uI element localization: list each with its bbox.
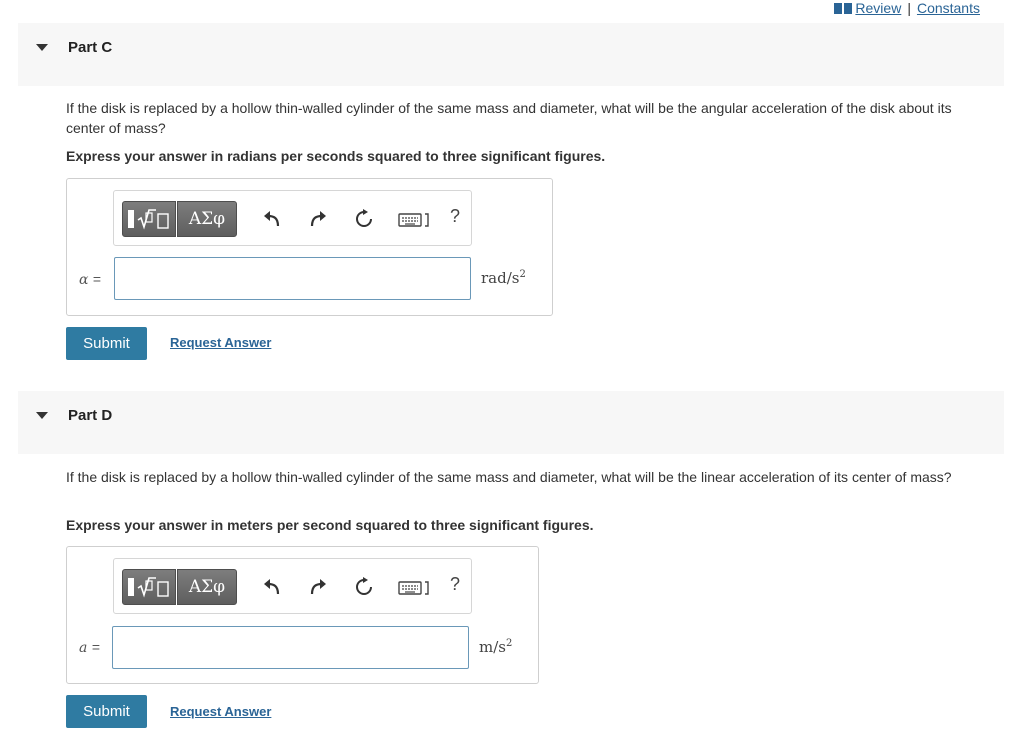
unit-base: rad/s [481,269,520,287]
request-answer-link[interactable]: Request Answer [170,704,271,719]
equals-sign: = [92,271,102,287]
part-d-instruction: Express your answer in meters per second… [66,517,594,533]
review-link[interactable]: Review [855,0,901,16]
math-toolbar: ΑΣφ ? [113,190,472,246]
unit-exponent: 2 [505,638,513,649]
reset-icon[interactable] [354,209,374,229]
templates-icon [128,577,169,598]
part-c-answer-box: ΑΣφ ? α = rad/s2 [66,178,553,316]
undo-icon[interactable] [262,577,282,597]
undo-icon[interactable] [262,209,282,229]
symbols-button[interactable]: ΑΣφ [177,569,237,605]
reset-icon[interactable] [354,577,374,597]
keyboard-icon[interactable] [398,209,432,229]
redo-icon[interactable] [308,577,328,597]
variable-symbol: a [79,640,88,656]
templates-button[interactable] [122,201,176,237]
unit-label: rad/s2 [481,269,526,287]
collapse-caret-icon[interactable] [36,44,48,51]
part-c-question: If the disk is replaced by a hollow thin… [66,100,952,136]
part-d-title: Part D [68,407,113,424]
equals-sign: = [91,639,100,655]
help-button[interactable]: ? [450,574,460,595]
keyboard-icon[interactable] [398,577,432,597]
part-c-instruction: Express your answer in radians per secon… [66,148,606,164]
part-d-answer-box: ΑΣφ ? a = m/s2 [66,546,539,684]
part-c-title: Part C [68,39,113,56]
part-d-header[interactable]: Part D [18,391,1004,454]
help-button[interactable]: ? [450,206,460,227]
part-d-question: If the disk is replaced by a hollow thin… [66,469,952,485]
variable-label: a = [79,639,100,656]
variable-label: α = [79,271,101,288]
unit-label: m/s2 [479,638,512,656]
submit-button[interactable]: Submit [66,327,147,360]
answer-input[interactable] [112,626,469,669]
unit-base: m/s [479,638,506,656]
unit-exponent: 2 [519,269,526,280]
variable-symbol: α [79,272,89,288]
part-c-header[interactable]: Part C [18,23,1004,86]
link-separator: | [907,0,911,16]
collapse-caret-icon[interactable] [36,412,48,419]
submit-button[interactable]: Submit [66,695,147,728]
book-icon [834,3,853,14]
top-links: Review | Constants [834,0,980,16]
templates-icon [128,209,169,230]
symbols-button[interactable]: ΑΣφ [177,201,237,237]
redo-icon[interactable] [308,209,328,229]
templates-button[interactable] [122,569,176,605]
constants-link[interactable]: Constants [917,0,980,16]
request-answer-link[interactable]: Request Answer [170,335,271,350]
math-toolbar: ΑΣφ ? [113,558,472,614]
answer-input[interactable] [114,257,471,300]
